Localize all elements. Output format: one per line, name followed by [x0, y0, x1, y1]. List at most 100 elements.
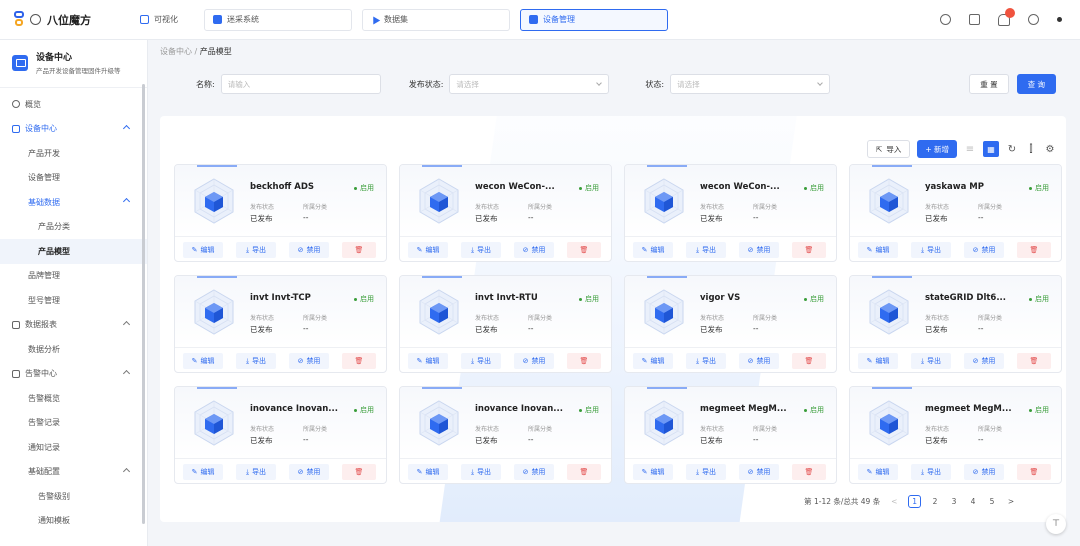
edit-button[interactable]: ✎ 编辑 — [633, 353, 673, 369]
edit-button[interactable]: ✎ 编辑 — [183, 353, 223, 369]
delete-button[interactable]: 🗑 — [342, 242, 376, 258]
disable-button[interactable]: ⊘ 禁用 — [289, 353, 329, 369]
add-button[interactable]: + 新增 — [917, 140, 957, 158]
sidebar-item-alarm-center[interactable]: 告警中心 — [0, 362, 147, 387]
disable-button[interactable]: ⊘ 禁用 — [514, 353, 554, 369]
disable-button[interactable]: ⊘ 禁用 — [289, 464, 329, 480]
pagination-page-2[interactable]: 2 — [930, 497, 940, 506]
sidebar-item-notify-records[interactable]: 通知记录 — [0, 435, 147, 460]
list-view-icon[interactable]: ≡ — [964, 143, 976, 155]
status-select[interactable]: 请选择 — [670, 74, 831, 94]
sidebar-item-alarm-level[interactable]: 告警级别 — [0, 484, 147, 509]
sidebar-item-notify-template[interactable]: 通知模板 — [0, 509, 147, 534]
export-button[interactable]: ⤓ 导出 — [686, 464, 726, 480]
disable-button[interactable]: ⊘ 禁用 — [964, 242, 1004, 258]
export-button[interactable]: ⤓ 导出 — [686, 242, 726, 258]
export-button[interactable]: ⤓ 导出 — [236, 242, 276, 258]
pagination-page-4[interactable]: 4 — [968, 497, 978, 506]
sidebar-item-basic-config[interactable]: 基础配置 — [0, 460, 147, 485]
delete-button[interactable]: 🗑 — [1017, 353, 1051, 369]
edit-button[interactable]: ✎ 编辑 — [633, 242, 673, 258]
sidebar-item-model-management[interactable]: 型号管理 — [0, 288, 147, 313]
product-name[interactable]: invt Invt-RTU — [475, 293, 538, 303]
delete-button[interactable]: 🗑 — [792, 353, 826, 369]
product-card[interactable]: beckhoff ADS 启用 发布状态 已发布 所属分类 -- ✎ 编辑 ⤓ 导出 ⊘… — [174, 164, 387, 262]
sidebar-item-alarm-overview[interactable]: 告警概览 — [0, 386, 147, 411]
sidebar-item-brand-management[interactable]: 品牌管理 — [0, 264, 147, 289]
sidebar-item-product-category[interactable]: 产品分类 — [0, 215, 147, 240]
back-to-top-button[interactable]: ⊤ — [1046, 514, 1066, 534]
delete-button[interactable]: 🗑 — [342, 353, 376, 369]
sidebar-item-product-dev[interactable]: 产品开发 — [0, 141, 147, 166]
sidebar-item-basic-data[interactable]: 基础数据 — [0, 190, 147, 215]
export-button[interactable]: ⤓ 导出 — [911, 353, 951, 369]
export-button[interactable]: ⤓ 导出 — [236, 464, 276, 480]
delete-button[interactable]: 🗑 — [342, 464, 376, 480]
pagination-page-3[interactable]: 3 — [949, 497, 959, 506]
export-button[interactable]: ⤓ 导出 — [461, 242, 501, 258]
edit-button[interactable]: ✎ 编辑 — [408, 242, 448, 258]
product-name[interactable]: wecon WeCon-... — [475, 182, 555, 192]
export-button[interactable]: ⤓ 导出 — [911, 242, 951, 258]
user-dot-icon[interactable] — [1057, 17, 1062, 22]
product-card[interactable]: inovance Inovan... 启用 发布状态 已发布 所属分类 -- ✎ 编辑… — [399, 386, 612, 484]
name-input[interactable]: 请输入 — [220, 74, 381, 94]
product-name[interactable]: vigor VS — [700, 293, 740, 303]
delete-button[interactable]: 🗑 — [792, 464, 826, 480]
edit-button[interactable]: ✎ 编辑 — [183, 242, 223, 258]
product-name[interactable]: megmeet MegM... — [700, 404, 787, 414]
product-name[interactable]: stateGRID Dlt6... — [925, 293, 1006, 303]
disable-button[interactable]: ⊘ 禁用 — [739, 353, 779, 369]
publish-status-select[interactable]: 请选择 — [449, 74, 610, 94]
edit-button[interactable]: ✎ 编辑 — [633, 464, 673, 480]
product-card[interactable]: wecon WeCon-... 启用 发布状态 已发布 所属分类 -- ✎ 编辑 ⤓ 导… — [399, 164, 612, 262]
product-card[interactable]: megmeet MegM... 启用 发布状态 已发布 所属分类 -- ✎ 编辑 ⤓ 导… — [624, 386, 837, 484]
column-height-icon[interactable]: ⫿ — [1025, 143, 1037, 155]
reset-button[interactable]: 重 置 — [969, 74, 1009, 94]
disable-button[interactable]: ⊘ 禁用 — [514, 242, 554, 258]
delete-button[interactable]: 🗑 — [1017, 464, 1051, 480]
edit-button[interactable]: ✎ 编辑 — [858, 353, 898, 369]
sidebar-item-device-center[interactable]: 设备中心 — [0, 117, 147, 142]
product-name[interactable]: inovance Inovan... — [250, 404, 338, 414]
edit-button[interactable]: ✎ 编辑 — [408, 464, 448, 480]
edit-button[interactable]: ✎ 编辑 — [858, 464, 898, 480]
product-card[interactable]: wecon WeCon-... 启用 发布状态 已发布 所属分类 -- ✎ 编辑 ⤓ 导… — [624, 164, 837, 262]
sidebar-item-data-report[interactable]: 数据报表 — [0, 313, 147, 338]
product-name[interactable]: inovance Inovan... — [475, 404, 563, 414]
pagination-page-1[interactable]: 1 — [908, 495, 921, 508]
settings-icon[interactable]: ⚙ — [1044, 143, 1056, 155]
product-name[interactable]: megmeet MegM... — [925, 404, 1012, 414]
pagination-next[interactable]: > — [1006, 497, 1016, 506]
sidebar-item-device-management[interactable]: 设备管理 — [0, 166, 147, 191]
export-button[interactable]: ⤓ 导出 — [686, 353, 726, 369]
product-card[interactable]: inovance Inovan... 启用 发布状态 已发布 所属分类 -- ✎ 编辑… — [174, 386, 387, 484]
delete-button[interactable]: 🗑 — [567, 464, 601, 480]
document-icon[interactable] — [969, 14, 980, 25]
grid-view-icon[interactable]: ▦ — [983, 141, 999, 157]
disable-button[interactable]: ⊘ 禁用 — [964, 464, 1004, 480]
breadcrumb-parent[interactable]: 设备中心 — [160, 47, 192, 56]
delete-button[interactable]: 🗑 — [567, 353, 601, 369]
export-button[interactable]: ⤓ 导出 — [236, 353, 276, 369]
product-card[interactable]: stateGRID Dlt6... 启用 发布状态 已发布 所属分类 -- ✎ 编辑 … — [849, 275, 1062, 373]
product-card[interactable]: invt Invt-TCP 启用 发布状态 已发布 所属分类 -- ✎ 编辑 ⤓ 导出 … — [174, 275, 387, 373]
disable-button[interactable]: ⊘ 禁用 — [514, 464, 554, 480]
edit-button[interactable]: ✎ 编辑 — [183, 464, 223, 480]
tab-dataset[interactable]: 数据集 — [362, 8, 510, 31]
sidebar-item-data-analysis[interactable]: 数据分析 — [0, 337, 147, 362]
edit-button[interactable]: ✎ 编辑 — [858, 242, 898, 258]
tab-collection-system[interactable]: 迷采系统 — [204, 8, 352, 31]
app-logo[interactable]: 八位魔方 — [0, 10, 128, 29]
export-button[interactable]: ⤓ 导出 — [461, 464, 501, 480]
edit-button[interactable]: ✎ 编辑 — [408, 353, 448, 369]
pagination-page-5[interactable]: 5 — [987, 497, 997, 506]
export-button[interactable]: ⤓ 导出 — [911, 464, 951, 480]
product-card[interactable]: yaskawa MP 启用 发布状态 已发布 所属分类 -- ✎ 编辑 ⤓ 导出 ⊘ 禁用… — [849, 164, 1062, 262]
delete-button[interactable]: 🗑 — [1017, 242, 1051, 258]
product-name[interactable]: invt Invt-TCP — [250, 293, 311, 303]
delete-button[interactable]: 🗑 — [567, 242, 601, 258]
sidebar-scrollbar[interactable] — [142, 84, 145, 524]
tab-visualization[interactable]: 可视化 — [132, 9, 194, 31]
product-card[interactable]: megmeet MegM... 启用 发布状态 已发布 所属分类 -- ✎ 编辑 ⤓ 导… — [849, 386, 1062, 484]
